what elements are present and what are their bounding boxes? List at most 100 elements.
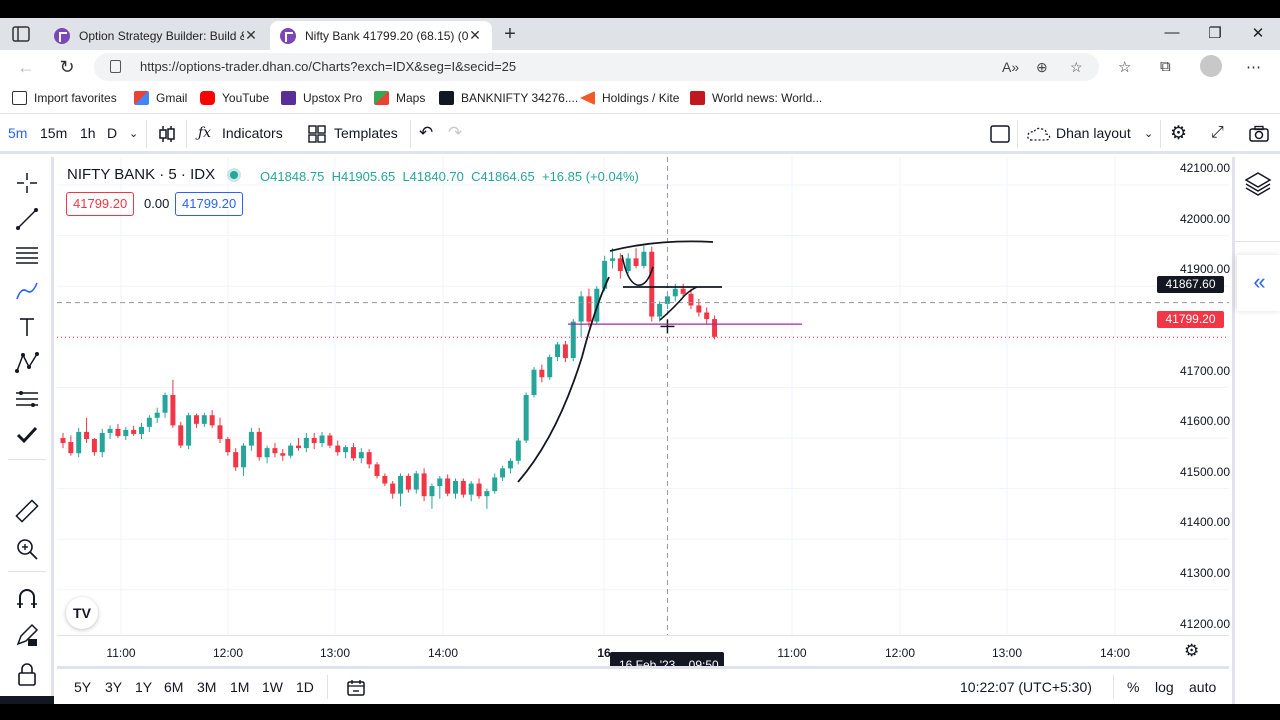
go-to-date-icon[interactable]: [346, 679, 366, 697]
url-field[interactable]: https://options-trader.dhan.co/Charts?ex…: [94, 53, 1099, 81]
candle-body: [170, 394, 176, 426]
maps-icon: [374, 91, 389, 105]
timezone-clock[interactable]: 10:22:07 (UTC+5:30): [960, 679, 1092, 695]
separator: [8, 459, 46, 460]
zoom-in-icon[interactable]: [13, 535, 41, 563]
layout-dropdown-icon[interactable]: ⌄: [1144, 127, 1153, 140]
buy-price-button[interactable]: 41799.20: [175, 192, 244, 216]
bookmark-item[interactable]: Upstox Pro: [281, 91, 362, 105]
candle-body: [225, 439, 231, 453]
candle-body: [633, 258, 639, 266]
candle-type-icon[interactable]: [158, 124, 176, 144]
range-1d[interactable]: 1D: [296, 679, 314, 695]
minimize-icon[interactable]: —: [1162, 24, 1182, 41]
zoom-icon[interactable]: ⊕: [1036, 59, 1048, 76]
range-1m[interactable]: 1M: [230, 679, 249, 695]
bookmark-item[interactable]: Gmail: [134, 91, 187, 105]
ohlc-values: O41848.75 H41905.65 L41840.70 C41864.65 …: [260, 169, 639, 184]
magnet-icon[interactable]: [13, 585, 41, 613]
bookmark-item[interactable]: Import favorites: [12, 91, 117, 105]
bookmark-item[interactable]: Holdings / Kite: [580, 91, 679, 105]
back-icon[interactable]: ←: [14, 55, 38, 79]
hide-drawings-bar[interactable]: [0, 696, 54, 704]
templates-icon[interactable]: [308, 125, 326, 143]
right-widget-bar: «: [1232, 157, 1280, 704]
text-icon[interactable]: [13, 313, 41, 341]
lock-icon[interactable]: [13, 661, 41, 689]
low-value: L41840.70: [402, 169, 464, 184]
candle-body: [500, 468, 506, 478]
ruler-icon[interactable]: [13, 497, 41, 525]
symbol-title[interactable]: NIFTY BANK · 5 · IDX: [67, 166, 215, 183]
bottom-toolbar: 5Y 3Y 1Y 6M 3M 1M 1W 1D 10:22:07 (UTC+5:…: [57, 666, 1229, 704]
bookmark-item[interactable]: BANKNIFTY 34276....: [439, 91, 578, 105]
crosshair-icon[interactable]: [13, 169, 41, 197]
refresh-icon[interactable]: ↻: [55, 55, 79, 79]
interval-dropdown-icon[interactable]: ⌄: [129, 127, 138, 140]
checkmark-icon[interactable]: [13, 421, 41, 449]
range-3y[interactable]: 3Y: [105, 679, 122, 695]
trend-line-icon[interactable]: [13, 205, 41, 233]
price-chart[interactable]: [57, 157, 1229, 635]
tab-actions-icon[interactable]: [12, 26, 30, 42]
candle-body: [343, 447, 349, 453]
pattern-icon[interactable]: [13, 349, 41, 377]
browser-tab-active[interactable]: Nifty Bank 41799.20 (68.15) (0.16 ✕: [270, 21, 492, 50]
range-5y[interactable]: 5Y: [74, 679, 91, 695]
log-scale-toggle[interactable]: log: [1155, 679, 1174, 695]
candle-body: [296, 445, 301, 449]
bookmark-item[interactable]: World news: World...: [690, 91, 822, 105]
last-price-label: 41799.20: [1157, 311, 1224, 328]
measure-range-icon[interactable]: [13, 385, 41, 413]
read-aloud-icon[interactable]: A»: [1002, 59, 1019, 75]
bookmark-item[interactable]: Maps: [374, 91, 425, 105]
candle-body: [712, 319, 718, 337]
parallel-lines-icon[interactable]: [13, 241, 41, 269]
interval-15m[interactable]: 15m: [40, 125, 67, 141]
templates-button[interactable]: Templates: [334, 125, 398, 141]
time-tick: 11:00: [777, 646, 807, 660]
brush-icon[interactable]: [13, 277, 41, 305]
indicators-button[interactable]: Indicators: [222, 125, 283, 141]
separator: [146, 120, 147, 148]
layers-icon[interactable]: [1243, 169, 1273, 199]
separator: [186, 120, 187, 148]
profile-avatar[interactable]: [1200, 55, 1222, 77]
sell-price-button[interactable]: 41799.20: [66, 192, 135, 216]
add-favorite-icon[interactable]: ☆: [1070, 59, 1083, 76]
range-1w[interactable]: 1W: [262, 679, 283, 695]
snapshot-icon[interactable]: [1248, 125, 1270, 143]
expand-panel-icon[interactable]: «: [1237, 255, 1280, 311]
interval-5m[interactable]: 5m: [8, 125, 27, 141]
close-tab-icon[interactable]: ✕: [468, 27, 482, 44]
interval-1h[interactable]: 1h: [80, 125, 96, 141]
restore-icon[interactable]: ❐: [1205, 24, 1225, 42]
range-3m[interactable]: 3M: [197, 679, 216, 695]
interval-d[interactable]: D: [107, 125, 117, 141]
range-6m[interactable]: 6M: [164, 679, 183, 695]
favorites-icon[interactable]: ☆: [1118, 58, 1131, 76]
candle-body: [60, 438, 66, 444]
layout-name[interactable]: Dhan layout: [1056, 125, 1131, 141]
draw-lock-icon[interactable]: [13, 621, 41, 649]
bookmark-item[interactable]: YouTube: [200, 91, 269, 105]
tradingview-logo-icon[interactable]: TV: [66, 597, 98, 629]
undo-icon[interactable]: ↶: [419, 123, 433, 143]
layout-select-icon[interactable]: [989, 124, 1011, 144]
close-window-icon[interactable]: ✕: [1248, 24, 1268, 42]
more-menu-icon[interactable]: ⋯: [1246, 58, 1261, 76]
browser-tab[interactable]: Option Strategy Builder: Build & ✕: [44, 21, 268, 50]
redo-icon[interactable]: ↷: [448, 123, 462, 143]
axis-settings-icon[interactable]: ⚙: [1184, 641, 1199, 661]
time-tick: 14:00: [1099, 646, 1131, 660]
collections-icon[interactable]: ⧉: [1160, 58, 1171, 75]
percent-scale-toggle[interactable]: %: [1127, 679, 1139, 695]
new-tab-icon[interactable]: +: [500, 23, 520, 45]
indicators-icon[interactable]: ƒx: [198, 125, 211, 141]
candle-body: [672, 288, 678, 297]
close-tab-icon[interactable]: ✕: [244, 27, 258, 44]
range-1y[interactable]: 1Y: [135, 679, 152, 695]
fullscreen-icon[interactable]: ⤢: [1211, 124, 1224, 142]
settings-icon[interactable]: ⚙: [1170, 122, 1187, 145]
auto-scale-toggle[interactable]: auto: [1189, 679, 1216, 695]
